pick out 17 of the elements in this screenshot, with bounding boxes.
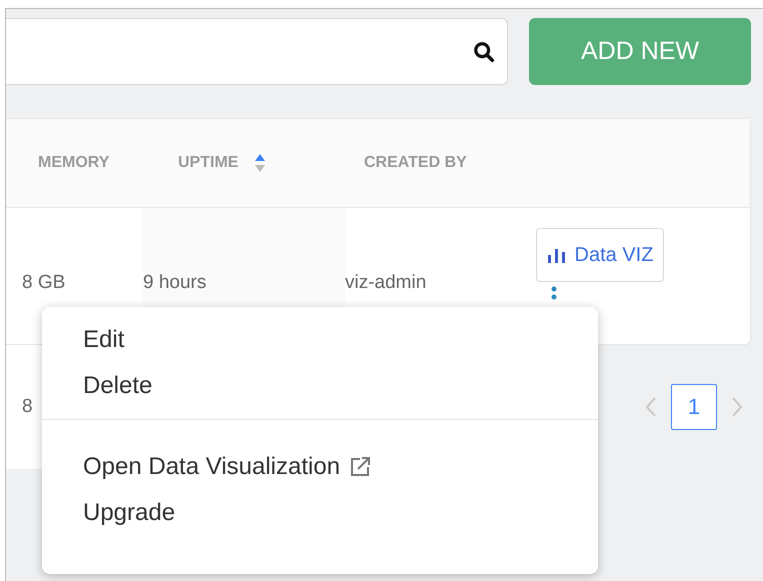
sort-icon bbox=[254, 153, 266, 173]
page-button[interactable]: 1 bbox=[671, 384, 717, 430]
search-icon bbox=[473, 40, 495, 62]
table-cell: viz-admin bbox=[345, 272, 426, 294]
column-header[interactable]: MEMORY bbox=[38, 154, 178, 172]
data-viz-tag[interactable]: Data VIZ bbox=[536, 228, 664, 282]
chevron-right-icon[interactable] bbox=[731, 396, 743, 418]
column-header[interactable]: UPTIME bbox=[178, 153, 364, 173]
table-cell: 8 GB bbox=[22, 272, 66, 294]
add-new-button[interactable]: ADD NEW bbox=[529, 18, 751, 85]
table-cell: 9 hours bbox=[143, 272, 206, 294]
kebab-icon[interactable] bbox=[551, 286, 557, 300]
chevron-left-icon[interactable] bbox=[645, 396, 657, 418]
menu-item[interactable]: Upgrade bbox=[42, 490, 598, 536]
column-header[interactable]: CREATED BY bbox=[364, 154, 574, 172]
bar-chart-icon bbox=[546, 247, 567, 263]
search-field[interactable] bbox=[6, 18, 508, 85]
